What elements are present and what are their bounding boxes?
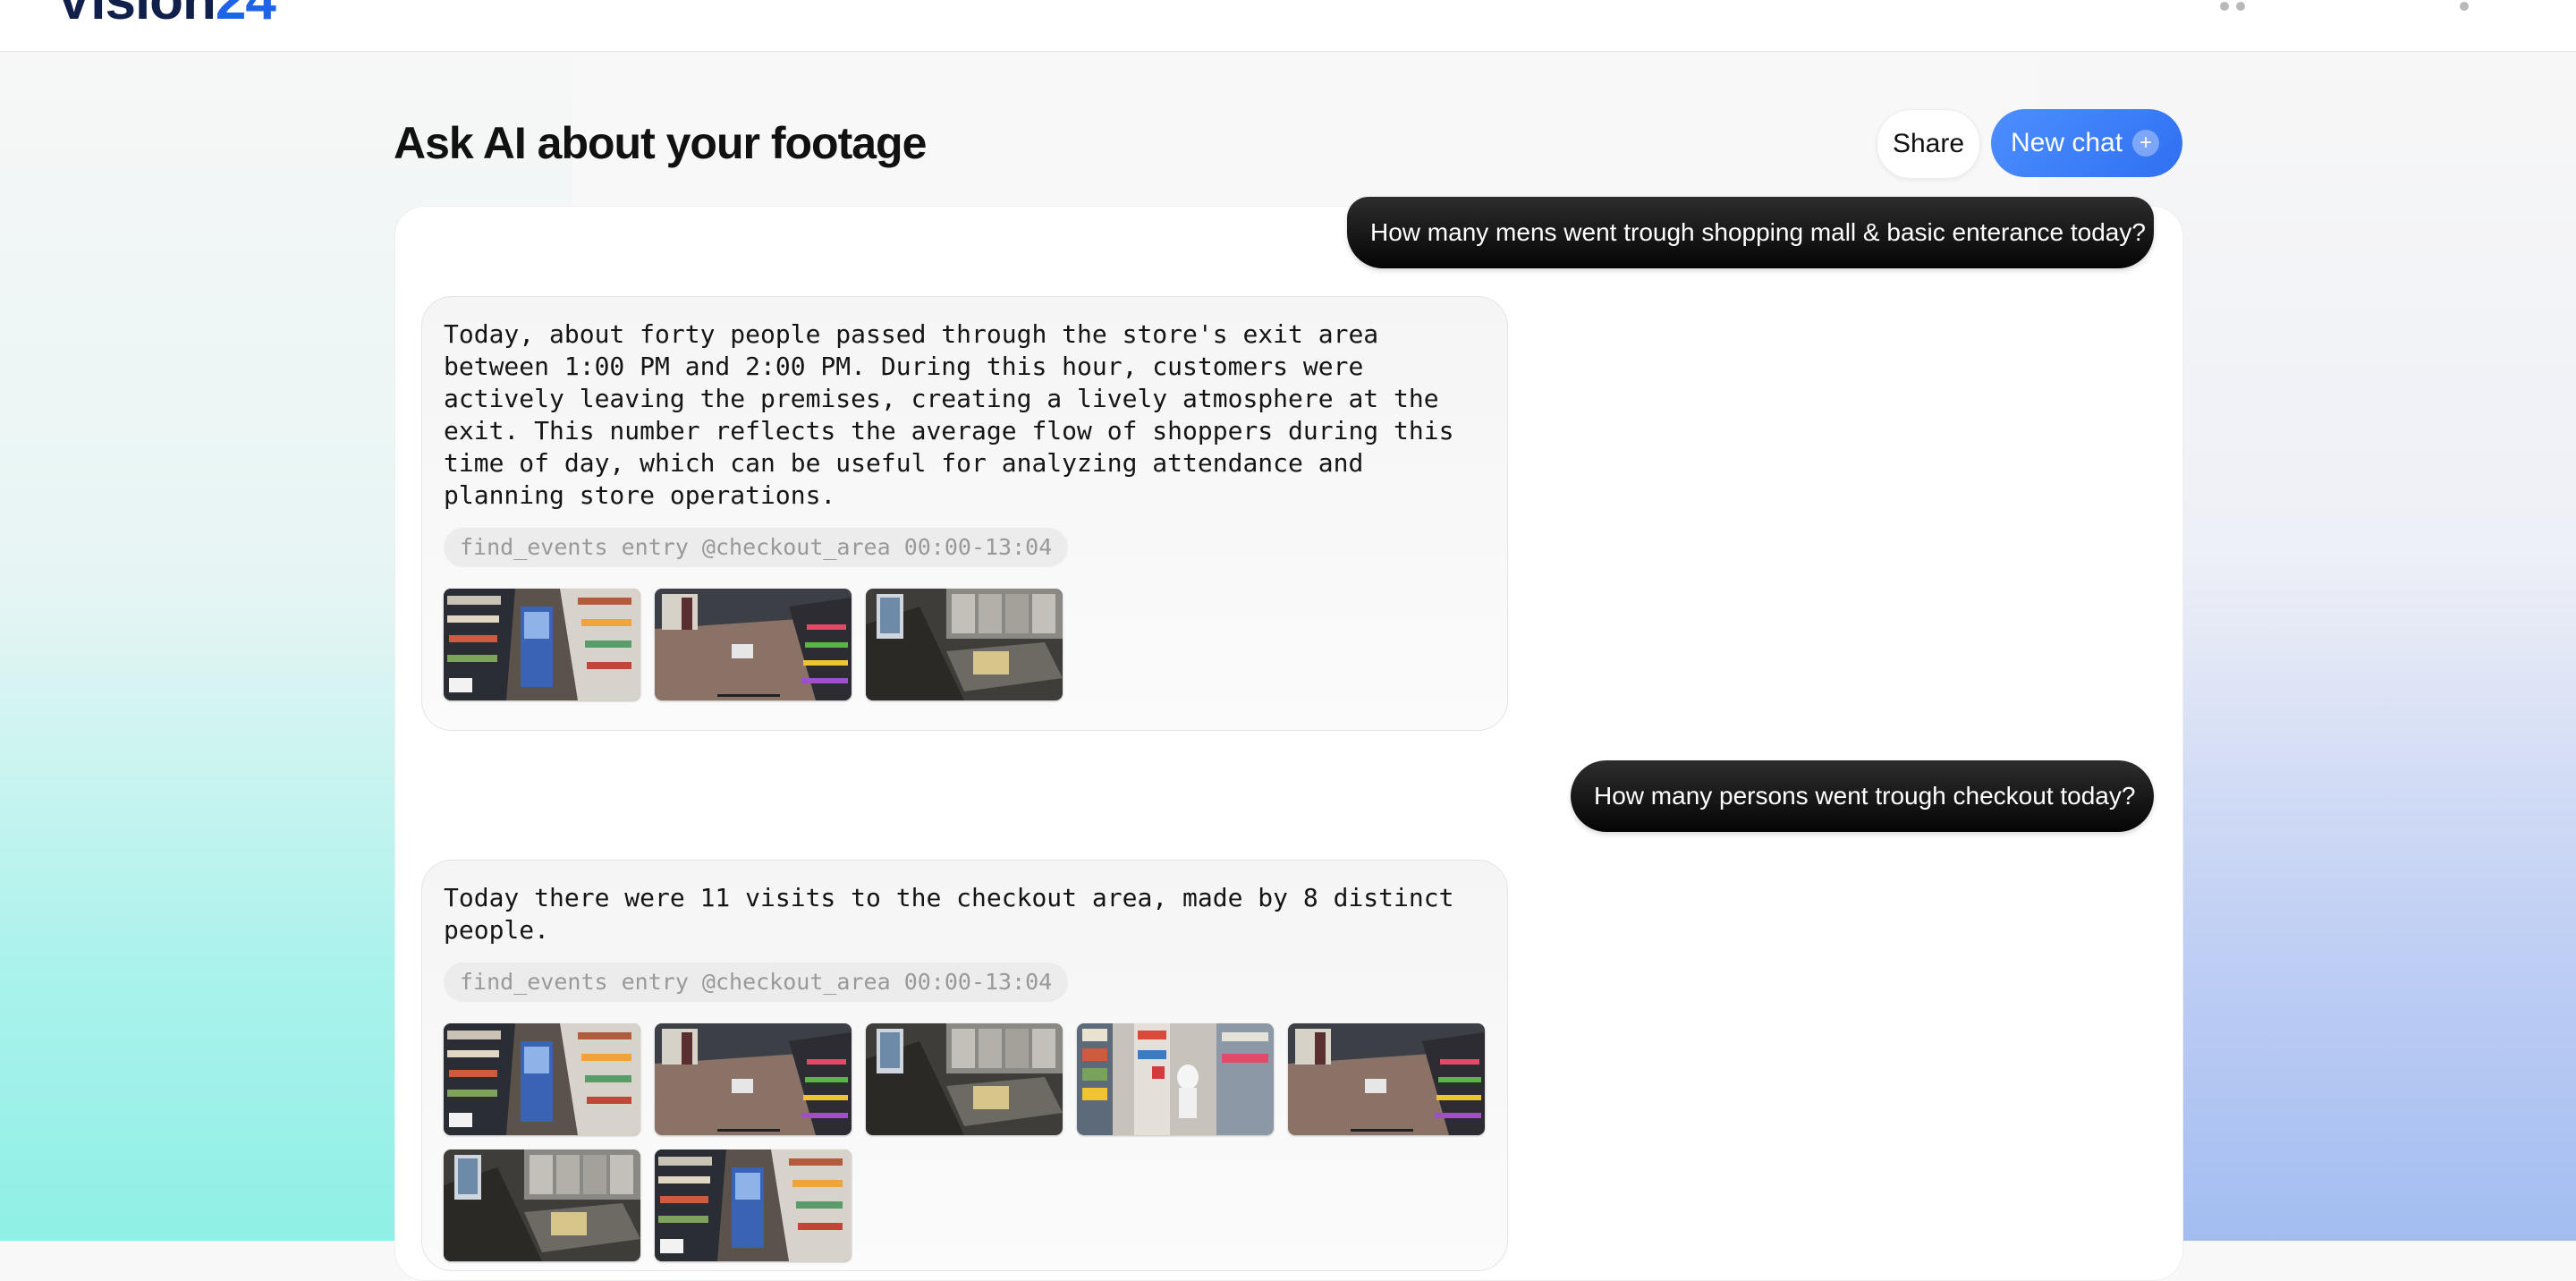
logo-text-accent: 24 [215,0,276,31]
nav-item-cropped-1[interactable] [2220,0,2256,11]
cam-aisle-image [655,1150,852,1261]
tool-call-chip: find_events entry @checkout_area 00:00-1… [444,528,1069,567]
footage-thumbnails [444,1023,1517,1276]
cam-checkout-image [866,589,1063,700]
footage-thumbnail[interactable] [444,1023,640,1135]
cam-checkout-image [444,1150,640,1261]
nav-dot-icon [2220,2,2229,11]
cam-checkout-image [866,1023,1063,1135]
cam-floor-image [1288,1023,1485,1135]
cam-overhead-image [1077,1023,1274,1135]
new-chat-label: New chat [2011,128,2123,157]
footage-thumbnail[interactable] [866,1023,1063,1135]
tool-call-chip: find_events entry @checkout_area 00:00-1… [444,963,1069,1002]
top-navigation-bar: Vision24 [0,0,2576,52]
ai-response-card: Today there were 11 visits to the checko… [421,860,1508,1271]
user-message: How many mens went trough shopping mall … [1347,197,2154,268]
nav-dot-icon [2236,2,2245,11]
cam-aisle-image [444,1023,640,1135]
page-title: Ask AI about your footage [394,118,927,168]
cam-floor-image [655,589,852,700]
footage-thumbnail[interactable] [444,589,640,700]
ai-response-text: Today there were 11 visits to the checko… [444,883,1470,945]
footage-thumbnail[interactable] [1077,1023,1274,1135]
app-logo[interactable]: Vision24 [55,0,276,32]
cam-aisle-image [444,589,640,700]
logo-text-primary: Vision [55,0,216,31]
footage-thumbnail[interactable] [655,589,852,700]
nav-dot-icon [2460,2,2469,11]
share-button[interactable]: Share [1877,109,1980,179]
footage-thumbnail[interactable] [655,1023,852,1135]
footage-thumbnail[interactable] [444,1150,640,1261]
cam-floor-image [655,1023,852,1135]
ai-response-card: Today, about forty people passed through… [421,296,1508,731]
footage-thumbnail[interactable] [866,589,1063,700]
footage-thumbnails [444,589,1517,715]
footage-thumbnail[interactable] [1288,1023,1485,1135]
plus-icon: + [2132,130,2159,157]
ai-response-text: Today, about forty people passed through… [444,319,1470,510]
user-message: How many persons went trough checkout to… [1571,760,2154,832]
footage-thumbnail[interactable] [655,1150,852,1261]
new-chat-button[interactable]: New chat + [1991,109,2182,177]
nav-item-cropped-2[interactable] [2460,0,2487,11]
